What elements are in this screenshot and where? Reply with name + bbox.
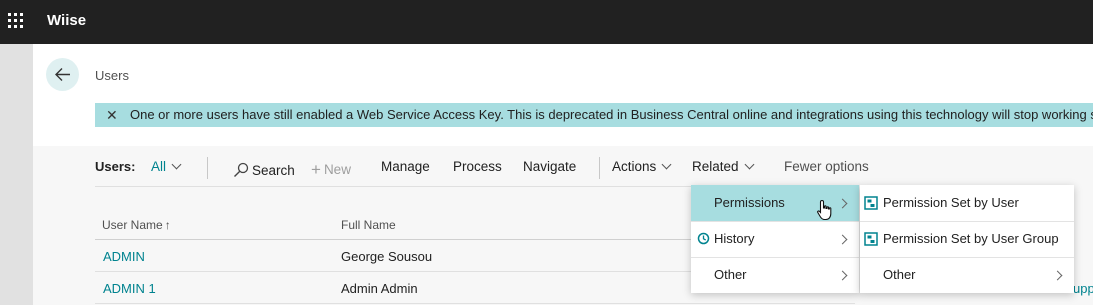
full-name-cell: Admin Admin	[341, 281, 418, 296]
left-gutter	[0, 44, 33, 305]
back-button[interactable]	[46, 58, 79, 91]
permissions-submenu: Permission Set by User Permission Set by…	[860, 185, 1074, 293]
filter-label: All	[151, 159, 167, 174]
permission-set-icon	[864, 232, 878, 246]
chevron-right-icon	[837, 198, 848, 209]
menu-item-label: Permission Set by User	[883, 195, 1019, 210]
menu-item-label: Permissions	[714, 195, 785, 210]
chevron-down-icon	[744, 159, 754, 170]
process-tab[interactable]: Process	[453, 159, 502, 174]
menu-item-history[interactable]: History	[691, 221, 859, 257]
menu-item-label: Other	[714, 267, 747, 282]
clipped-cell-text: upp	[1073, 281, 1093, 296]
row-divider	[95, 303, 855, 304]
notification-banner: ✕ One or more users have still enabled a…	[95, 103, 1093, 127]
column-label: User Name	[102, 218, 163, 232]
manage-tab[interactable]: Manage	[381, 159, 430, 174]
list-caption: Users:	[95, 159, 136, 174]
search-button[interactable]: Search	[233, 159, 295, 178]
sort-ascending-icon: ↑	[164, 218, 171, 232]
app-launcher-icon[interactable]	[8, 13, 24, 29]
hand-cursor-icon	[817, 199, 832, 221]
chevron-right-icon	[837, 270, 848, 281]
menu-item-label: Other	[883, 267, 916, 282]
full-name-cell: George Sousou	[341, 249, 433, 264]
chevron-down-icon	[661, 159, 672, 170]
user-name-cell[interactable]: ADMIN	[103, 249, 145, 264]
permission-set-icon	[864, 196, 878, 210]
divider	[207, 157, 208, 179]
menu-item-other[interactable]: Other	[860, 257, 1074, 293]
menu-item-label: Permission Set by User Group	[883, 231, 1059, 246]
column-header-user-name[interactable]: User Name ↑	[102, 218, 171, 232]
user-name-cell[interactable]: ADMIN 1	[103, 281, 156, 296]
menu-item-label: History	[714, 231, 755, 246]
filter-dropdown[interactable]: All	[151, 159, 182, 174]
notification-message: One or more users have still enabled a W…	[130, 107, 1093, 122]
top-bar	[0, 0, 1093, 44]
history-icon	[697, 232, 710, 245]
actions-menu[interactable]: Actions	[612, 159, 672, 174]
related-menu[interactable]: Related	[692, 159, 754, 174]
new-button[interactable]: + New	[311, 159, 351, 179]
menu-item-permission-set-by-user[interactable]: Permission Set by User	[860, 185, 1074, 221]
plus-icon: +	[311, 160, 321, 179]
fewer-options-button[interactable]: Fewer options	[784, 159, 869, 174]
page-title: Users	[95, 68, 129, 83]
app-name: Wiise	[47, 12, 87, 29]
new-label: New	[323, 162, 351, 177]
navigate-tab[interactable]: Navigate	[523, 159, 576, 174]
menu-item-other[interactable]: Other	[691, 257, 859, 293]
divider	[599, 157, 600, 179]
menu-item-permission-set-by-user-group[interactable]: Permission Set by User Group	[860, 221, 1074, 257]
related-label: Related	[692, 159, 739, 174]
chevron-right-icon	[1052, 270, 1063, 281]
chevron-down-icon	[171, 159, 182, 170]
chevron-right-icon	[837, 234, 848, 245]
close-icon[interactable]: ✕	[106, 107, 118, 124]
search-icon	[234, 162, 249, 177]
actions-label: Actions	[612, 159, 657, 174]
arrow-left-icon	[55, 68, 70, 81]
column-header-full-name[interactable]: Full Name	[341, 218, 396, 232]
search-label: Search	[252, 163, 295, 178]
